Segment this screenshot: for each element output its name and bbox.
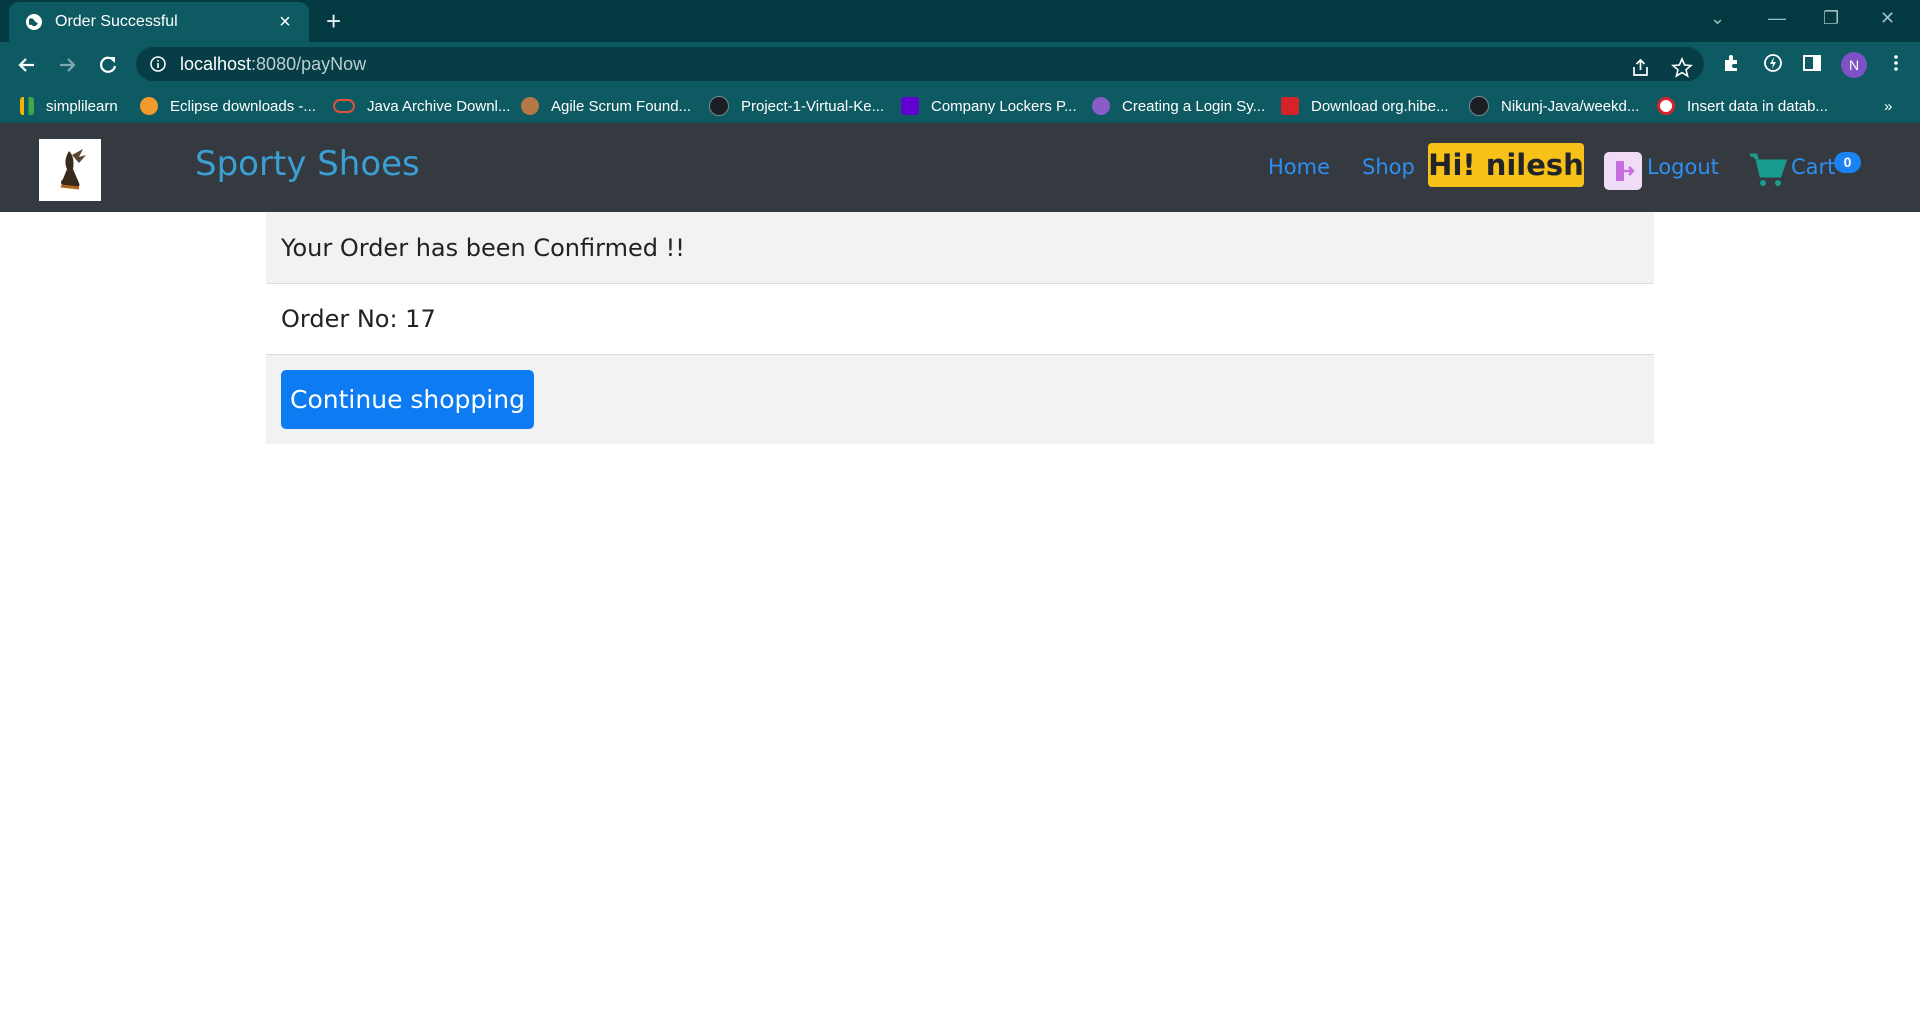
bookmark-project-1[interactable]: Project-1-Virtual-Ke...	[709, 96, 884, 116]
new-tab-button[interactable]: +	[326, 8, 341, 34]
minimize-icon[interactable]: —	[1768, 8, 1786, 29]
continue-shopping-row: Continue shopping	[266, 355, 1654, 444]
bookmark-nikunj-java[interactable]: Nikunj-Java/weekd...	[1469, 96, 1639, 116]
yahoo-icon	[901, 97, 919, 115]
bookmark-label: Nikunj-Java/weekd...	[1501, 97, 1640, 115]
bookmark-label: Eclipse downloads -...	[170, 97, 316, 115]
browser-tab[interactable]: Order Successful ×	[9, 2, 309, 42]
github-icon	[1469, 96, 1489, 116]
url-host: localhost	[180, 53, 252, 74]
order-confirmation-row: Your Order has been Confirmed !!	[266, 212, 1654, 284]
address-bar[interactable]: localhost :8080/payNow	[136, 47, 1704, 81]
cart-icon[interactable]	[1749, 152, 1787, 188]
order-number-text: Order No: 17	[281, 305, 436, 333]
browser-tab-bar: Order Successful × + ⌄ — ❐ ✕	[0, 0, 1920, 42]
eclipse-icon	[140, 97, 158, 115]
logout-icon[interactable]	[1604, 152, 1642, 190]
more-bookmarks-button[interactable]: »	[1884, 96, 1892, 116]
user-greeting-badge: Hi! nilesh	[1428, 143, 1584, 187]
bookmark-label: Project-1-Virtual-Ke...	[741, 97, 885, 115]
performance-icon[interactable]	[1762, 52, 1784, 74]
nav-shop-link[interactable]: Shop	[1362, 155, 1415, 179]
profile-avatar[interactable]: N	[1841, 52, 1867, 78]
bookmark-star-icon[interactable]	[1671, 57, 1693, 79]
reload-icon[interactable]	[95, 52, 121, 78]
agile-icon	[521, 97, 539, 115]
bookmark-simplilearn[interactable]: simplilearn	[20, 96, 118, 116]
nav-logout-link[interactable]: Logout	[1647, 155, 1719, 179]
bookmark-label: Java Archive Downl...	[367, 97, 511, 115]
back-icon[interactable]	[14, 52, 40, 78]
bookmark-label: simplilearn	[46, 97, 118, 115]
side-panel-icon[interactable]	[1801, 52, 1823, 74]
restore-icon[interactable]: ❐	[1823, 8, 1839, 29]
oracle-icon	[333, 99, 355, 113]
winged-shoe-icon	[60, 149, 86, 190]
order-number-row: Order No: 17	[266, 284, 1654, 355]
bookmark-label: Creating a Login Sy...	[1122, 97, 1266, 115]
close-tab-icon[interactable]: ×	[277, 12, 293, 32]
continue-shopping-button[interactable]: Continue shopping	[281, 370, 534, 429]
bookmark-download-hibernate[interactable]: Download org.hibe...	[1281, 96, 1449, 116]
bookmark-company-lockers[interactable]: Company Lockers P...	[901, 96, 1077, 116]
browser-toolbar: localhost :8080/payNow	[0, 42, 1920, 88]
bookmark-creating-login[interactable]: Creating a Login Sy...	[1092, 96, 1265, 116]
github-icon	[709, 96, 729, 116]
cart-count-badge: 0	[1834, 152, 1861, 173]
bookmark-agile-scrum[interactable]: Agile Scrum Found...	[521, 96, 691, 116]
globe-icon	[26, 14, 42, 30]
bookmark-insert-data[interactable]: Insert data in datab...	[1657, 96, 1828, 116]
bookmark-java-archive[interactable]: Java Archive Downl...	[333, 96, 510, 116]
bookmark-label: Insert data in datab...	[1687, 97, 1828, 115]
bookmark-label: Agile Scrum Found...	[551, 97, 692, 115]
site-brand[interactable]: Sporty Shoes	[195, 144, 420, 184]
st-icon	[1092, 97, 1110, 115]
tab-search-icon[interactable]: ⌄	[1710, 8, 1725, 29]
nav-cart-link[interactable]: Cart	[1791, 155, 1835, 179]
bookmark-label: Company Lockers P...	[931, 97, 1077, 115]
site-info-icon[interactable]	[150, 56, 166, 72]
extensions-icon[interactable]	[1721, 52, 1743, 74]
window-close-icon[interactable]: ✕	[1880, 8, 1895, 29]
tab-title: Order Successful	[55, 13, 178, 30]
order-confirmation-text: Your Order has been Confirmed !!	[281, 233, 685, 262]
share-icon[interactable]	[1630, 57, 1652, 79]
nav-home-link[interactable]: Home	[1268, 155, 1330, 179]
forward-icon[interactable]	[54, 52, 80, 78]
bookmark-label: Download org.hibe...	[1311, 97, 1449, 115]
site-logo[interactable]	[39, 139, 101, 201]
url-path: :8080/payNow	[251, 53, 367, 74]
simplilearn-icon	[20, 97, 34, 115]
database-icon	[1657, 97, 1675, 115]
menu-icon[interactable]	[1885, 52, 1907, 74]
bookmark-eclipse[interactable]: Eclipse downloads -...	[140, 96, 316, 116]
download-icon	[1281, 97, 1299, 115]
